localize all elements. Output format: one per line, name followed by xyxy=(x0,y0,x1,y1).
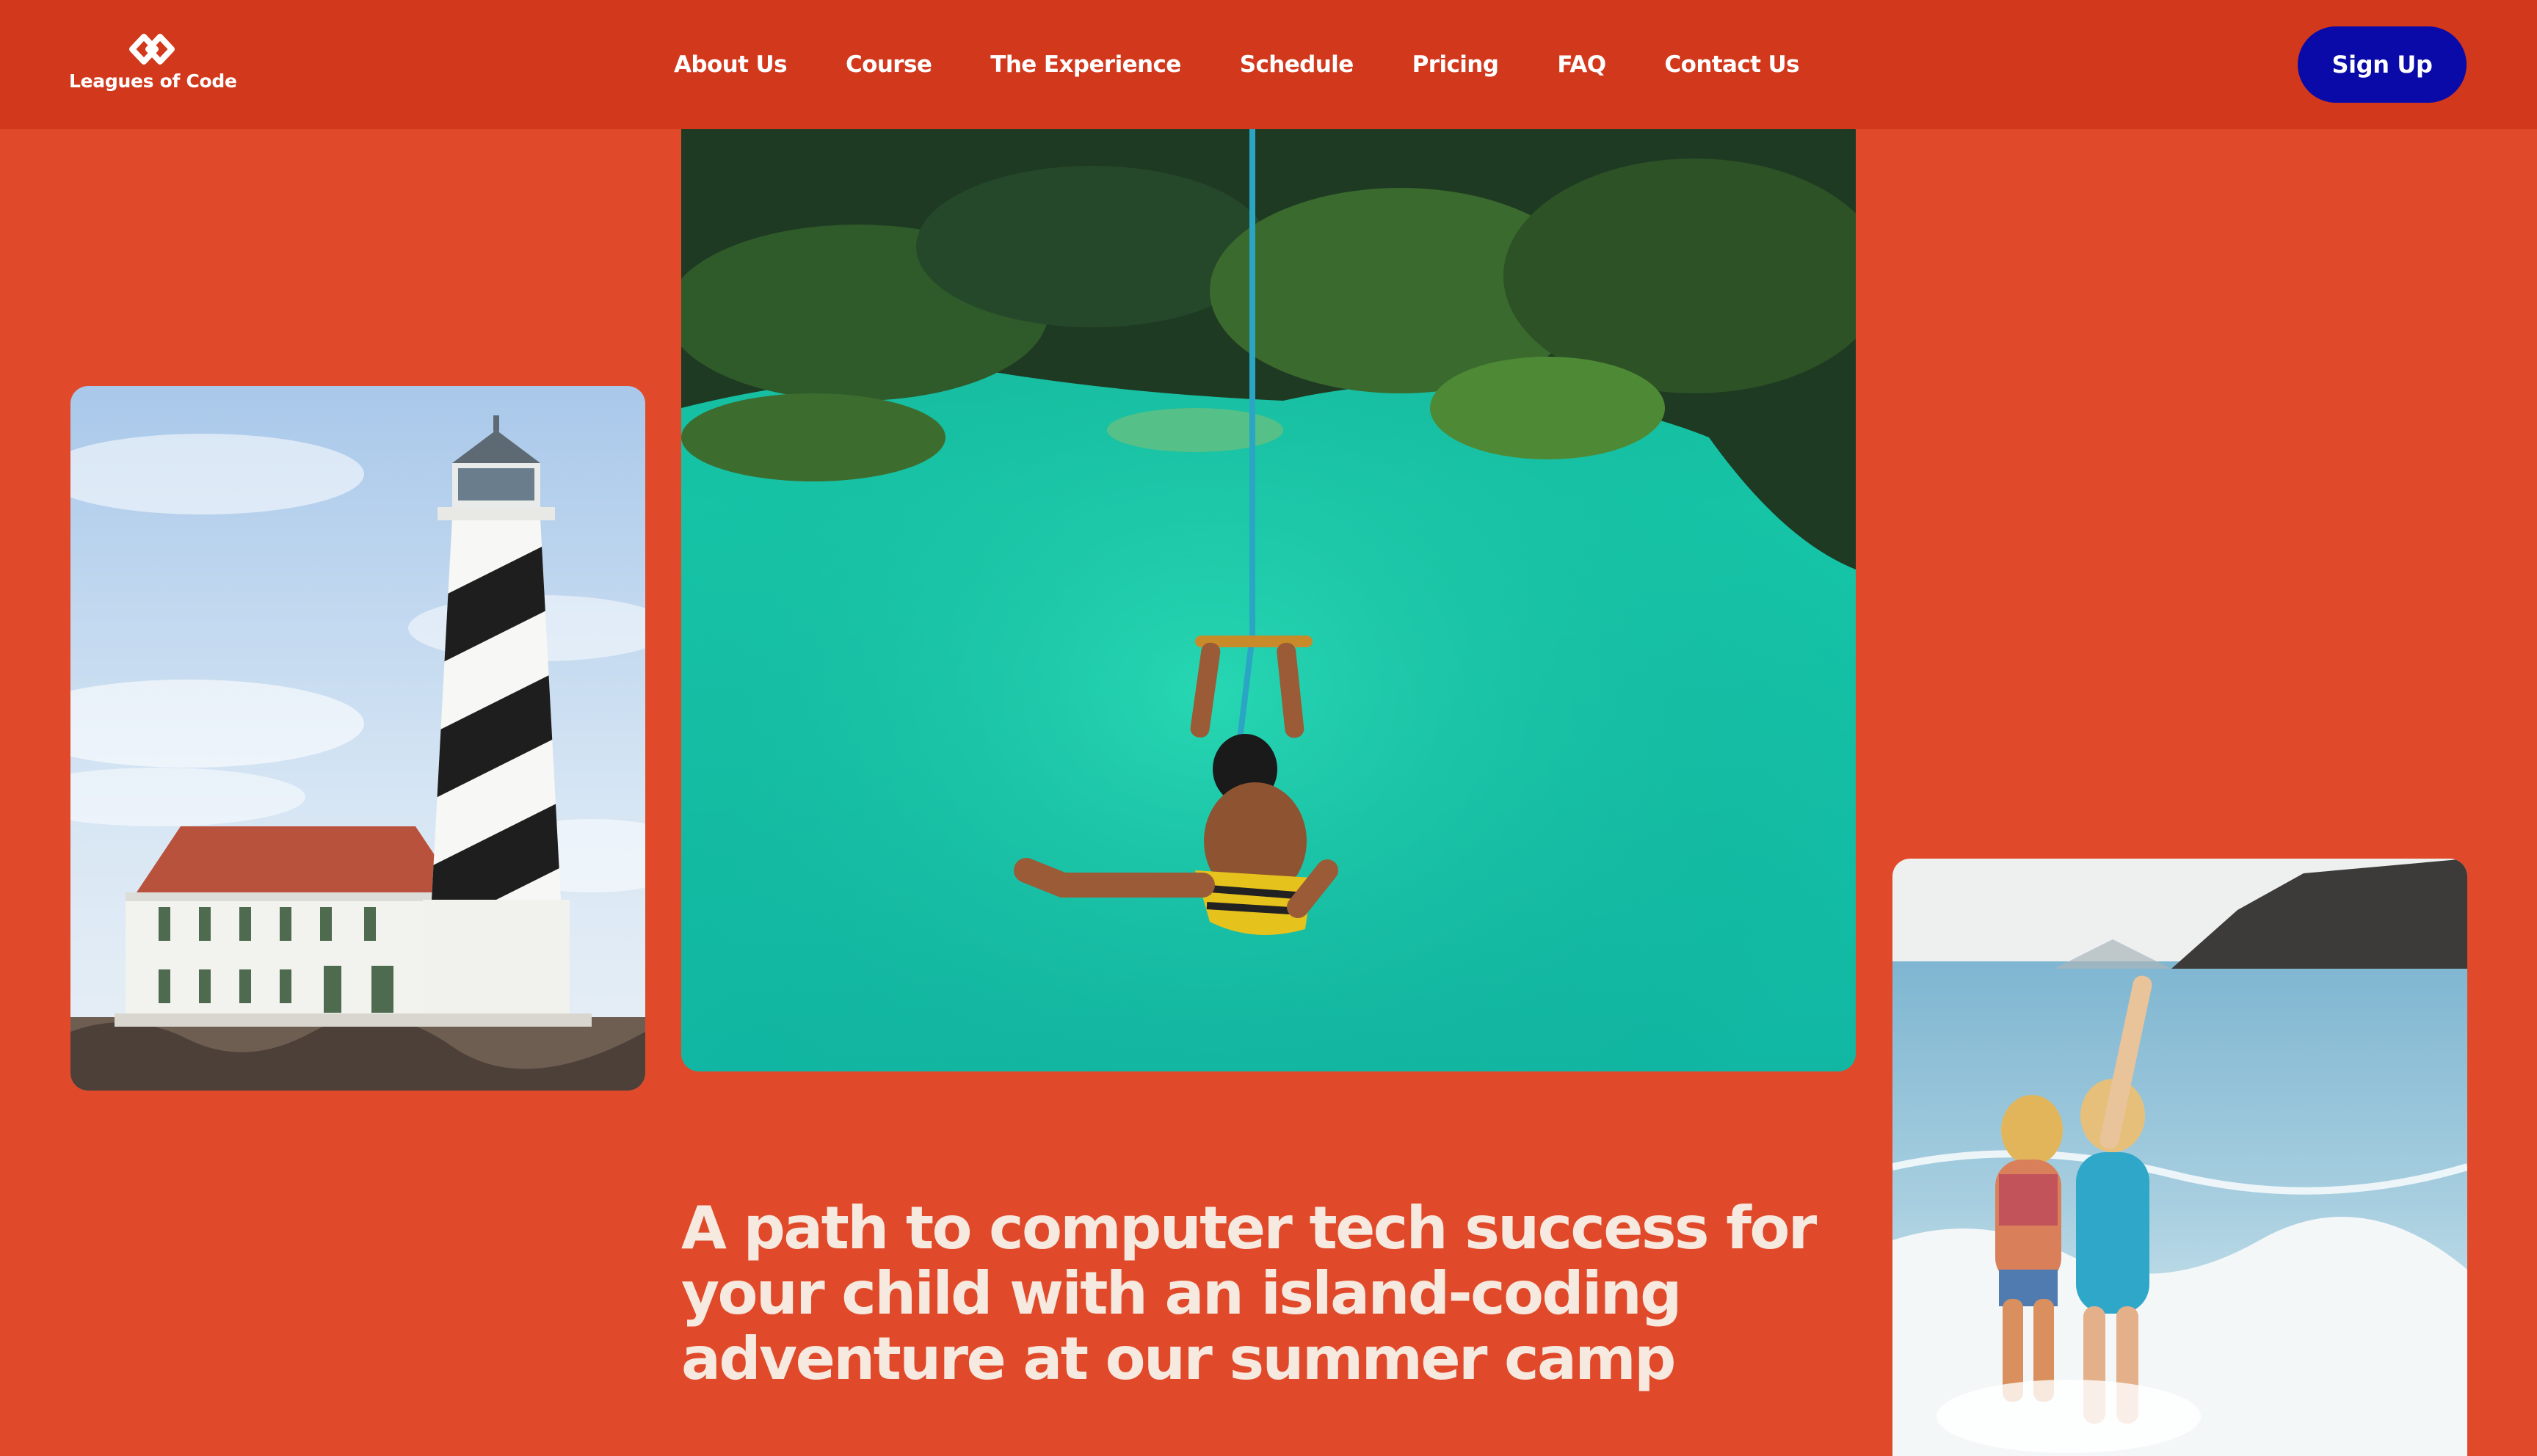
linked-diamonds-logo-icon xyxy=(129,34,175,65)
site-header: Leagues of Code About Us Course The Expe… xyxy=(0,0,2537,129)
main-nav: About Us Course The Experience Schedule … xyxy=(674,44,1800,85)
beach-kids-photo xyxy=(1892,859,2467,1456)
nav-item-pricing[interactable]: Pricing xyxy=(1412,51,1499,78)
hero-headline: A path to computer tech success for your… xyxy=(681,1193,1817,1393)
brand-name: Leagues of Code xyxy=(69,70,237,92)
brand-logo[interactable]: Leagues of Code xyxy=(69,32,237,98)
lighthouse-photo xyxy=(70,386,645,1091)
landing-page: Leagues of Code About Us Course The Expe… xyxy=(0,0,2537,1456)
nav-item-contact-us[interactable]: Contact Us xyxy=(1665,51,1800,78)
sign-up-button[interactable]: Sign Up xyxy=(2298,26,2467,103)
nav-item-the-experience[interactable]: The Experience xyxy=(990,51,1181,78)
nav-item-about-us[interactable]: About Us xyxy=(674,51,788,78)
nav-item-schedule[interactable]: Schedule xyxy=(1240,51,1354,78)
nav-item-course[interactable]: Course xyxy=(846,51,932,78)
rope-swing-lagoon-photo xyxy=(681,129,1856,1071)
nav-item-faq[interactable]: FAQ xyxy=(1557,51,1606,78)
